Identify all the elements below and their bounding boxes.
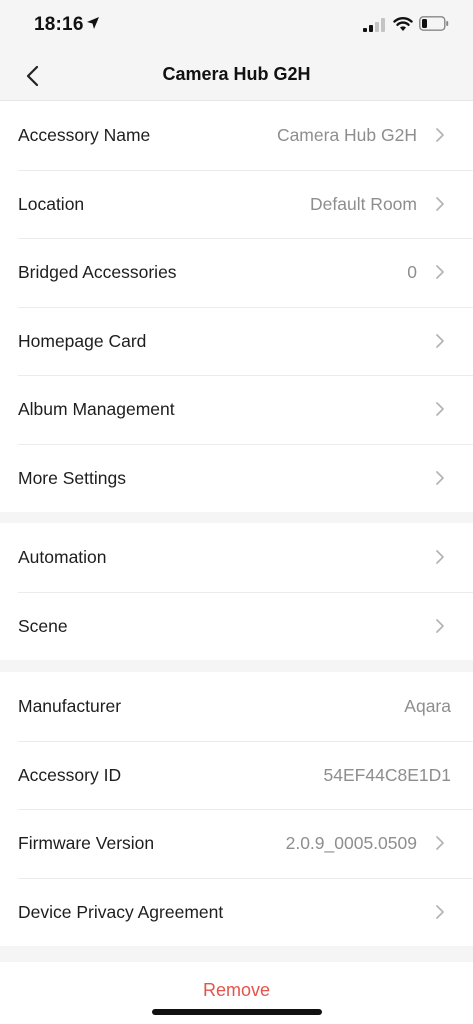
home-indicator[interactable] [152, 1009, 322, 1015]
row-value: Aqara [404, 696, 451, 716]
battery-icon [419, 16, 449, 31]
location-row[interactable]: Location Default Room [0, 169, 473, 239]
row-label: Manufacturer [18, 696, 122, 716]
chevron-right-icon [436, 904, 444, 919]
scene-row[interactable]: Scene [0, 591, 473, 661]
cellular-signal-icon [363, 18, 385, 32]
row-label: Firmware Version [18, 833, 155, 853]
row-label: Accessory ID [18, 764, 122, 785]
navigation-bar: Camera Hub G2H [0, 52, 473, 101]
row-label: Automation [18, 547, 107, 567]
row-value: 2.0.9_0005.0509 [285, 833, 417, 853]
row-label: Scene [18, 615, 68, 636]
row-value: 0 [407, 262, 417, 282]
device-privacy-agreement-row[interactable]: Device Privacy Agreement [0, 877, 473, 947]
row-label: Album Management [18, 399, 175, 419]
row-label: Accessory Name [18, 125, 151, 145]
status-bar: 18:16 [0, 0, 473, 52]
row-value: Camera Hub G2H [276, 125, 417, 145]
more-settings-row[interactable]: More Settings [0, 443, 473, 513]
chevron-right-icon [436, 333, 444, 348]
row-label: More Settings [18, 467, 126, 488]
chevron-right-icon [436, 836, 444, 850]
album-management-row[interactable]: Album Management [0, 375, 473, 444]
row-label: Device Privacy Agreement [18, 901, 224, 922]
chevron-right-icon [436, 265, 444, 279]
chevron-right-icon [436, 128, 444, 142]
row-label: Bridged Accessories [18, 262, 177, 282]
wifi-icon [393, 17, 413, 31]
remove-button[interactable]: Remove [0, 980, 473, 1001]
manufacturer-row: Manufacturer Aqara [0, 672, 473, 741]
row-value: Default Room [310, 193, 417, 214]
homepage-card-row[interactable]: Homepage Card [0, 306, 473, 376]
row-label: Homepage Card [18, 330, 147, 351]
chevron-right-icon [436, 402, 444, 416]
chevron-right-icon [436, 550, 444, 564]
row-value: 54EF44C8E1D1 [323, 764, 451, 785]
bridged-accessories-row[interactable]: Bridged Accessories 0 [0, 238, 473, 307]
firmware-version-row[interactable]: Firmware Version 2.0.9_0005.0509 [0, 809, 473, 878]
accessory-name-row[interactable]: Accessory Name Camera Hub G2H [0, 101, 473, 170]
page-title: Camera Hub G2H [162, 64, 311, 84]
accessory-settings-group: Accessory Name Camera Hub G2H Location D… [0, 101, 473, 512]
device-info-group: Manufacturer Aqara Accessory ID 54EF44C8… [0, 672, 473, 946]
chevron-right-icon [436, 470, 444, 485]
location-arrow-icon [87, 17, 99, 29]
automation-row[interactable]: Automation [0, 523, 473, 592]
status-time: 18:16 [34, 14, 84, 35]
row-label: Location [18, 193, 85, 214]
automation-scene-group: Automation Scene [0, 523, 473, 660]
chevron-right-icon [436, 196, 444, 211]
chevron-right-icon [436, 618, 444, 633]
accessory-id-row: Accessory ID 54EF44C8E1D1 [0, 740, 473, 810]
